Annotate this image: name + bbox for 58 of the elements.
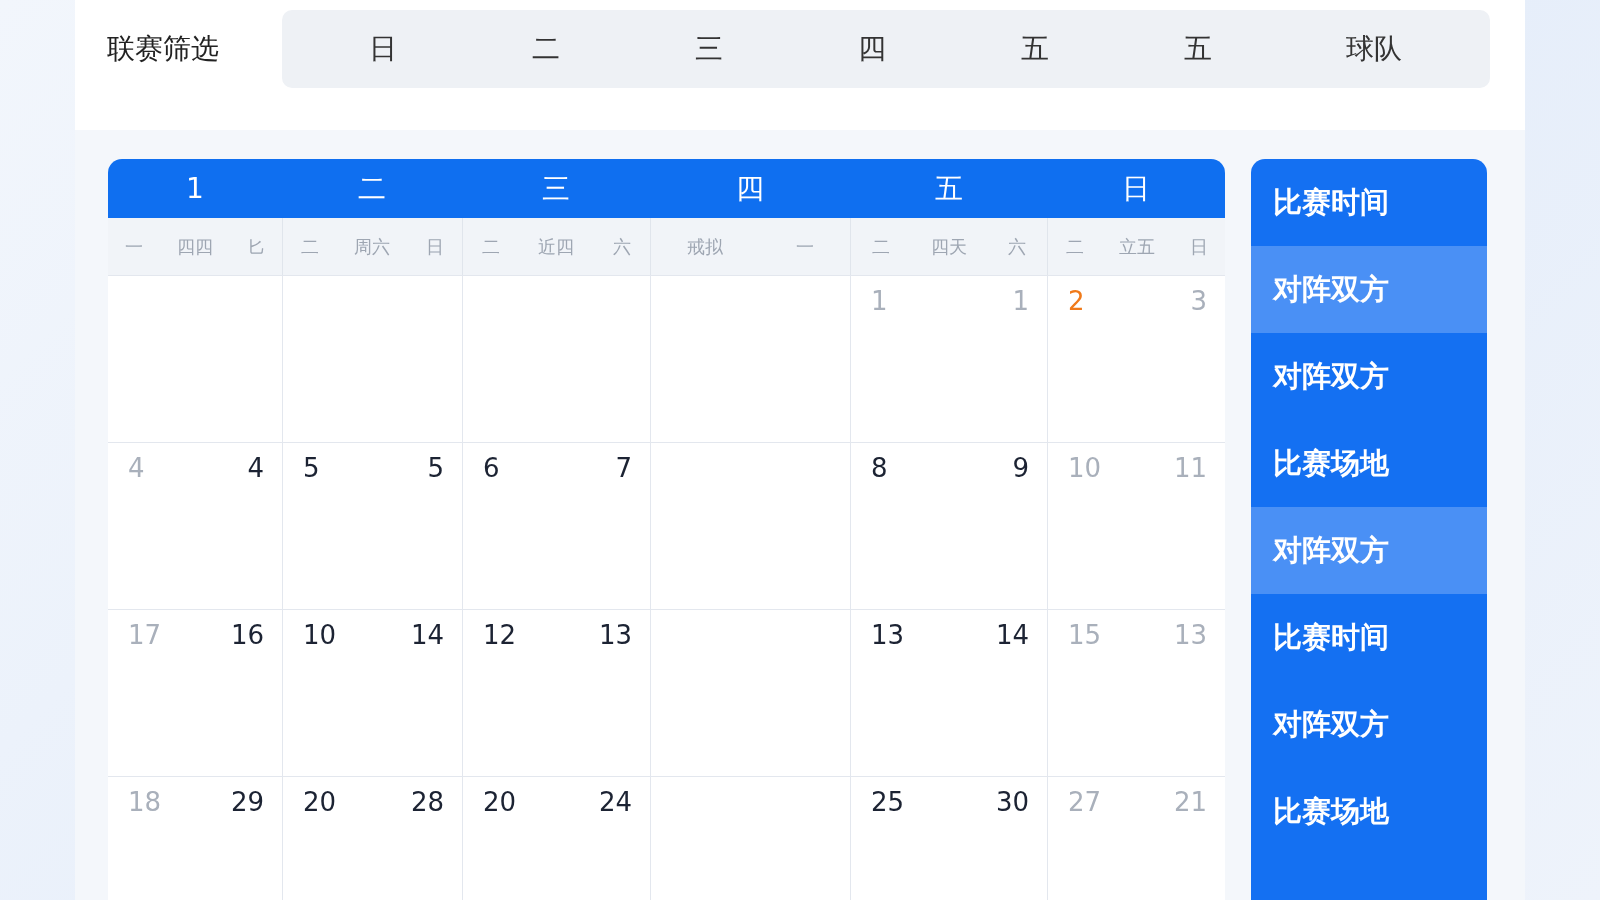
subheader-label: 六	[1008, 234, 1027, 259]
subheader-label: 二	[1065, 234, 1084, 259]
filter-option[interactable]: 日	[359, 26, 408, 72]
subheader-label: 日	[426, 234, 445, 259]
subheader-label: 二	[482, 234, 501, 259]
subheader-label: 日	[1189, 234, 1208, 259]
subheader-label: 戒拟	[687, 234, 724, 259]
day-number[interactable]: 5	[303, 453, 320, 483]
subheader-label: 四天	[931, 234, 967, 259]
filter-label: 联赛筛选	[107, 31, 220, 67]
filter-option[interactable]: 五	[1010, 26, 1059, 72]
day-number[interactable]: 8	[871, 453, 888, 483]
filter-option[interactable]: 球队	[1336, 26, 1413, 72]
filter-option[interactable]: 三	[685, 26, 734, 72]
column-title: 四	[735, 170, 765, 207]
filter-option[interactable]: 四	[847, 26, 896, 72]
column-title: 日	[1121, 170, 1151, 207]
day-number[interactable]: 14	[410, 620, 444, 650]
filter-option[interactable]: 五	[1173, 26, 1222, 72]
day-number[interactable]: 25	[871, 787, 905, 817]
sidebar-item[interactable]: 比赛场地	[1251, 420, 1487, 507]
day-number[interactable]: 4	[247, 453, 264, 483]
day-number[interactable]: 29	[230, 787, 264, 817]
day-number[interactable]: 30	[995, 787, 1029, 817]
sidebar-item[interactable]: 比赛时间	[1251, 594, 1487, 681]
column-title: 1	[185, 172, 205, 205]
subheader-label: 二	[871, 234, 890, 259]
subheader-label: 一	[125, 234, 143, 259]
day-number[interactable]: 28	[410, 787, 444, 817]
column-title: 三	[541, 170, 571, 207]
day-number[interactable]: 6	[483, 453, 500, 483]
sidebar-item[interactable]: 对阵双方	[1251, 333, 1487, 420]
day-number[interactable]: 14	[995, 620, 1029, 650]
subheader-label: 二	[300, 234, 319, 259]
day-number[interactable]: 20	[303, 787, 337, 817]
subheader-label: 匕	[247, 234, 265, 259]
day-number[interactable]: 5	[427, 453, 444, 483]
subheader-label: 一	[795, 234, 814, 259]
sidebar-item[interactable]: 比赛时间	[1251, 159, 1487, 246]
day-number[interactable]: 20	[483, 787, 517, 817]
day-number[interactable]: 24	[598, 787, 632, 817]
subheader-label: 立五	[1118, 234, 1155, 259]
filter-option[interactable]: 二	[522, 26, 571, 72]
column-title: 五	[933, 170, 964, 207]
subheader-label: 六	[612, 234, 631, 259]
day-number[interactable]: 13	[598, 620, 632, 650]
subheader-label: 周六	[354, 234, 391, 259]
column-title: 二	[357, 170, 387, 207]
day-number[interactable]: 7	[615, 453, 632, 483]
subheader-label: 四四	[177, 234, 213, 259]
sidebar-item[interactable]: 比赛场地	[1251, 768, 1487, 855]
day-number[interactable]: 10	[303, 620, 337, 650]
day-number[interactable]: 16	[230, 620, 264, 650]
sidebar-item[interactable]: 对阵双方	[1251, 681, 1487, 768]
subheader-label: 近四	[538, 234, 575, 259]
day-number[interactable]: 13	[871, 620, 905, 650]
day-number[interactable]: 9	[1012, 453, 1029, 483]
day-number[interactable]: 12	[483, 620, 517, 650]
